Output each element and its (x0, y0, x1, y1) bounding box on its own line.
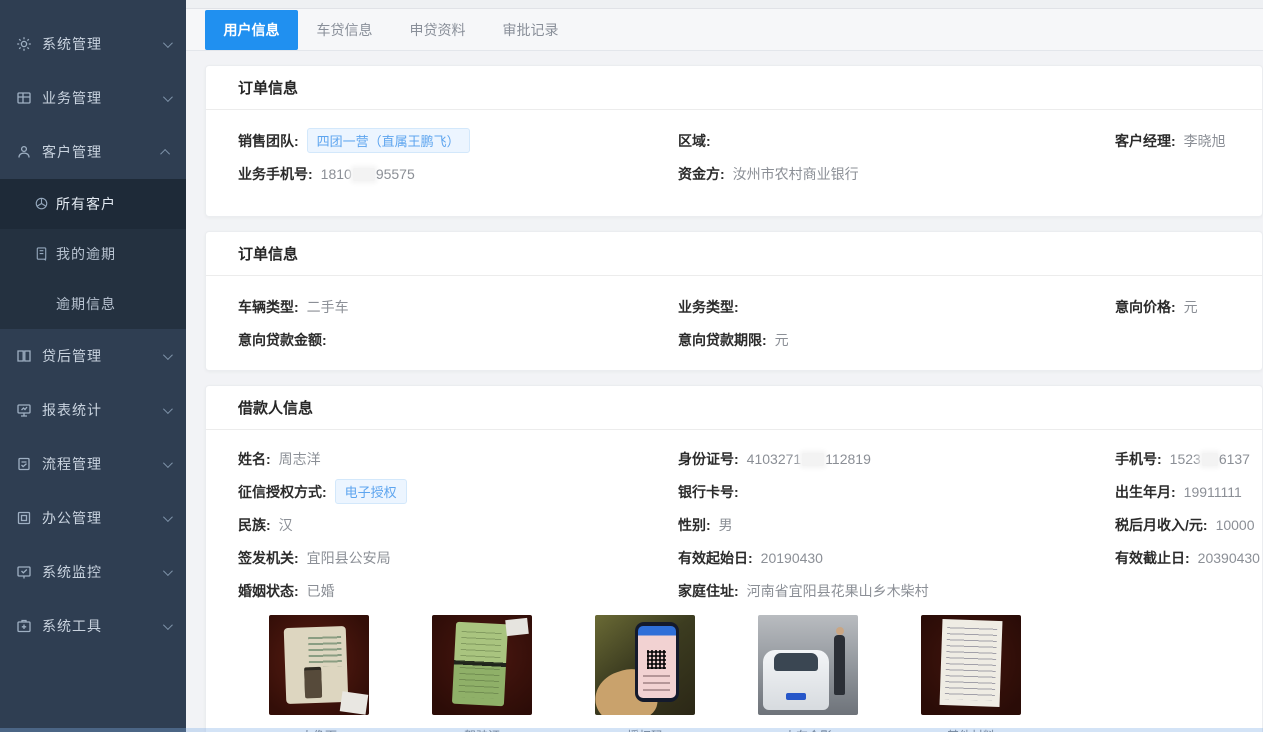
license-booklet-photo[interactable] (432, 615, 532, 715)
sidebar-item-label: 系统监控 (42, 562, 163, 582)
sidebar-item-system-management[interactable]: 系统管理 (0, 17, 186, 71)
field-business-phone: 业务手机号: 181095575 (238, 164, 678, 184)
field-valid-to: 有效截止日: 20390430 (1115, 548, 1262, 568)
sidebar-item-business-management[interactable]: 业务管理 (0, 71, 186, 125)
field-sales-team: 销售团队: 四团一营（直属王鹏飞） (238, 128, 678, 153)
field-funder: 资金方: 汝州市农村商业银行 (678, 164, 1115, 184)
handwritten-document-photo[interactable] (921, 615, 1021, 715)
sidebar-item-label: 报表统计 (42, 400, 163, 420)
sidebar-subitem-overdue-info[interactable]: 逾期信息 (0, 279, 186, 329)
document-photo-row: 人像面 驾驶证 授权码 (269, 615, 1262, 732)
sidebar-item-label: 客户管理 (42, 142, 163, 162)
monitor-check-icon (16, 564, 32, 580)
sidebar-subitem-my-overdue[interactable]: 我的逾期 (0, 229, 186, 279)
card-title: 借款人信息 (206, 386, 1262, 430)
field-valid-from: 有效起始日: 20190430 (678, 548, 1115, 568)
chevron-down-icon (163, 566, 173, 576)
sidebar-item-label: 业务管理 (42, 88, 163, 108)
user-icon (16, 144, 32, 160)
app-window: 系统管理 业务管理 客户管理 所有客户 (0, 0, 1263, 732)
sidebar-item-label: 系统管理 (42, 34, 163, 54)
redaction-blur (802, 453, 824, 466)
chevron-down-icon (163, 92, 173, 102)
sidebar-item-label: 系统工具 (42, 616, 163, 636)
field-account-manager: 客户经理: 李晓旭 (1115, 131, 1262, 151)
tab-car-loan-info[interactable]: 车贷信息 (298, 10, 391, 50)
field-loan-term: 意向贷款期限: 元 (678, 330, 1115, 350)
field-intent-price: 意向价格: 元 (1115, 297, 1262, 317)
field-region: 区域: (678, 131, 1115, 151)
person-with-car-photo[interactable] (758, 615, 858, 715)
main-content: 用户信息 车贷信息 申贷资料 审批记录 订单信息 销售团队: 四团一营（直属王鹏… (186, 0, 1263, 732)
tab-bar: 用户信息 车贷信息 申贷资料 审批记录 (186, 9, 1263, 51)
sidebar-item-label: 流程管理 (42, 454, 163, 474)
field-marital-status: 婚姻状态: 已婚 (238, 581, 678, 601)
card-title: 订单信息 (206, 232, 1262, 276)
borrower-info-card: 借款人信息 姓名: 周志洋 身份证号: 4103271112819 手机号: (205, 385, 1263, 732)
chevron-down-icon (163, 620, 173, 630)
monitor-icon (16, 402, 32, 418)
sidebar-item-label: 办公管理 (42, 508, 163, 528)
field-monthly-income: 税后月收入/元: 10000 (1115, 515, 1262, 535)
field-id-number: 身份证号: 4103271112819 (678, 449, 1115, 469)
sidebar-item-label: 贷后管理 (42, 346, 163, 366)
field-birth-date: 出生年月: 19911111 (1115, 482, 1262, 502)
field-mobile-phone: 手机号: 15236137 (1115, 449, 1262, 469)
tab-approval-records[interactable]: 审批记录 (484, 10, 577, 50)
sidebar-subitem-label: 逾期信息 (56, 294, 186, 314)
chevron-down-icon (163, 350, 173, 360)
tab-user-info[interactable]: 用户信息 (205, 10, 298, 50)
chevron-down-icon (163, 38, 173, 48)
card-title: 订单信息 (206, 66, 1262, 110)
toolbox-icon (16, 618, 32, 634)
sidebar-item-postloan-management[interactable]: 贷后管理 (0, 329, 186, 383)
tab-loan-application-docs[interactable]: 申贷资料 (391, 10, 484, 50)
chevron-down-icon (163, 458, 173, 468)
field-name: 姓名: 周志洋 (238, 449, 678, 469)
grid-icon (16, 90, 32, 106)
field-gender: 性别: 男 (678, 515, 1115, 535)
field-loan-amount: 意向贷款金额: (238, 330, 678, 350)
field-home-address: 家庭住址: 河南省宜阳县花果山乡木柴村 (678, 581, 1115, 601)
header-strip (186, 0, 1263, 9)
field-issuing-authority: 签发机关: 宜阳县公安局 (238, 548, 678, 568)
auth-qr-code-photo[interactable] (595, 615, 695, 715)
chevron-down-icon (163, 404, 173, 414)
sales-team-tag[interactable]: 四团一营（直属王鹏飞） (307, 128, 470, 153)
field-ethnicity: 民族: 汉 (238, 515, 678, 535)
sidebar-subitem-all-customers[interactable]: 所有客户 (0, 179, 186, 229)
bottom-scroll-strip[interactable] (0, 728, 1263, 732)
field-vehicle-type: 车辆类型: 二手车 (238, 297, 678, 317)
customers-wheel-icon (34, 196, 50, 212)
sidebar: 系统管理 业务管理 客户管理 所有客户 (0, 0, 186, 732)
chevron-down-icon (163, 512, 173, 522)
credit-auth-tag[interactable]: 电子授权 (335, 479, 407, 504)
sidebar-item-system-monitoring[interactable]: 系统监控 (0, 545, 186, 599)
redaction-blur (353, 168, 375, 181)
document-check-icon (16, 456, 32, 472)
gear-icon (16, 36, 32, 52)
order-info-card: 订单信息 销售团队: 四团一营（直属王鹏飞） 区域: 客户经理: 李晓旭 (205, 65, 1263, 217)
field-credit-auth-method: 征信授权方式: 电子授权 (238, 479, 678, 504)
loan-intent-card: 订单信息 车辆类型: 二手车 业务类型: 意向价格: 元 (205, 231, 1263, 371)
customer-submenu: 所有客户 我的逾期 逾期信息 (0, 179, 186, 329)
open-book-icon (16, 348, 32, 364)
field-business-type: 业务类型: (678, 297, 1115, 317)
nested-square-icon (16, 510, 32, 526)
notebook-icon (34, 246, 50, 262)
sidebar-subitem-label: 我的逾期 (56, 244, 186, 264)
redaction-blur (1202, 453, 1218, 466)
sidebar-item-report-statistics[interactable]: 报表统计 (0, 383, 186, 437)
sidebar-item-customer-management[interactable]: 客户管理 (0, 125, 186, 179)
sidebar-item-system-tools[interactable]: 系统工具 (0, 599, 186, 653)
id-card-front-photo[interactable] (269, 615, 369, 715)
sidebar-item-office-management[interactable]: 办公管理 (0, 491, 186, 545)
sidebar-subitem-label: 所有客户 (56, 194, 186, 214)
sidebar-item-process-management[interactable]: 流程管理 (0, 437, 186, 491)
field-bank-card: 银行卡号: (678, 482, 1115, 502)
